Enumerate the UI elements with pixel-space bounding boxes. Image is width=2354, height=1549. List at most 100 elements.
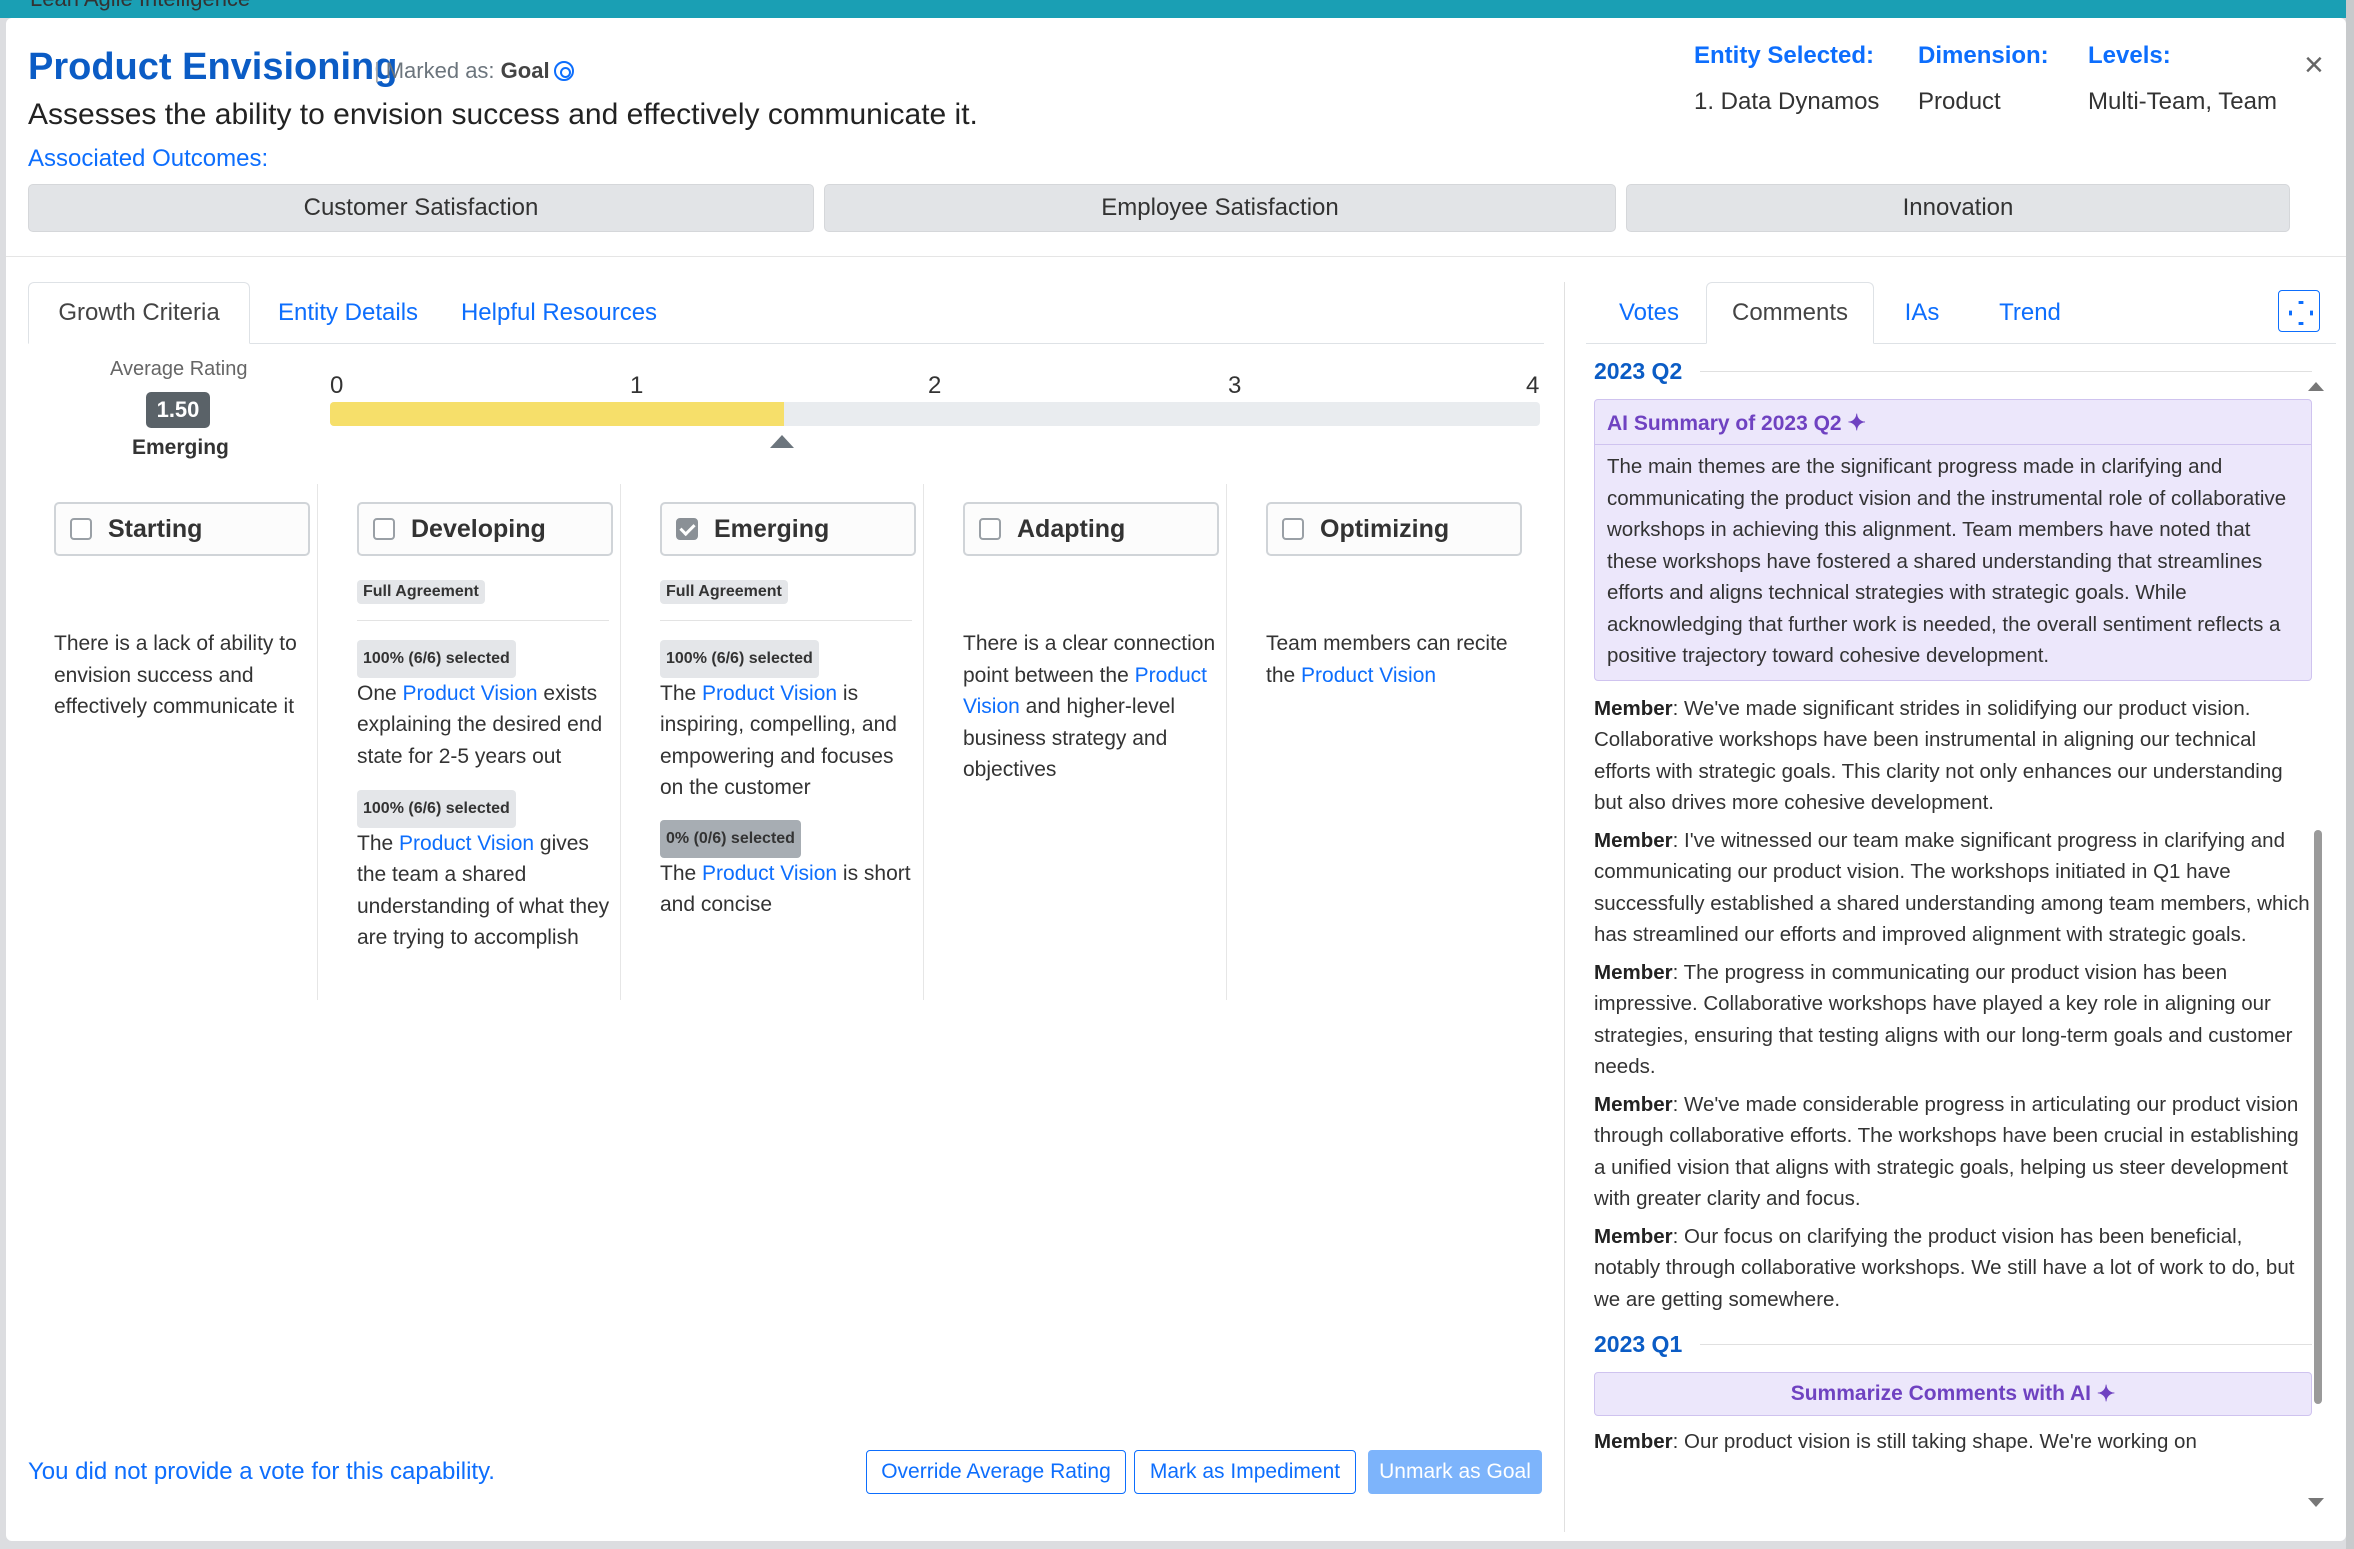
level-starting: Starting There is a lack of ability to e…: [28, 484, 318, 1000]
levels-label: Levels:: [2088, 42, 2171, 69]
product-vision-link[interactable]: Product Vision: [702, 682, 837, 705]
level-adapting: Adapting There is a clear connection poi…: [937, 484, 1227, 1000]
comment-text: : I've witnessed our team make significa…: [1594, 828, 2310, 947]
tab-comments[interactable]: Comments: [1706, 282, 1874, 344]
close-icon[interactable]: ×: [2304, 46, 2324, 85]
scroll-down-icon[interactable]: [2308, 1498, 2324, 1507]
comment-text: : Our focus on clarifying the product vi…: [1594, 1224, 2295, 1311]
vote-message: You did not provide a vote for this capa…: [28, 1458, 495, 1485]
outcome-employee-satisfaction[interactable]: Employee Satisfaction: [824, 184, 1616, 232]
modal-title: Product Envisioning: [28, 46, 398, 88]
criterion-text: There is a lack of ability to envision s…: [54, 632, 297, 718]
level-name: Emerging: [714, 514, 830, 543]
column-divider: [1564, 282, 1565, 1532]
comment: Member: I've witnessed our team make sig…: [1594, 825, 2312, 951]
quarter-heading: 2023 Q1: [1594, 1331, 2312, 1358]
level-header[interactable]: Adapting: [963, 502, 1219, 556]
level-name: Optimizing: [1320, 514, 1450, 543]
comments-panel: 2023 Q2 AI Summary of 2023 Q2 ✦ The main…: [1594, 358, 2312, 1518]
product-vision-link[interactable]: Product Vision: [702, 862, 837, 885]
level-name: Starting: [108, 514, 203, 543]
scale-tick: 2: [928, 372, 942, 399]
capability-modal: Product Envisioning | Marked as: Goal Ass…: [6, 18, 2346, 1541]
criterion: 100% (6/6) selected The Product Vision g…: [357, 790, 613, 954]
level-header[interactable]: Optimizing: [1266, 502, 1522, 556]
entity-value: 1. Data Dynamos: [1694, 88, 1880, 115]
tab-trend[interactable]: Trend: [1970, 282, 2090, 344]
checkbox[interactable]: [70, 518, 92, 540]
criterion: Team members can recite the Product Visi…: [1266, 628, 1522, 691]
level-name: Developing: [411, 514, 546, 543]
comment-author: Member: [1594, 960, 1673, 984]
left-tabs: Growth Criteria Entity Details Helpful R…: [28, 282, 1544, 344]
comment-text: : We've made considerable progress in ar…: [1594, 1092, 2299, 1211]
checkbox[interactable]: [1282, 518, 1304, 540]
associated-outcomes-label: Associated Outcomes:: [28, 145, 269, 172]
comment-author: Member: [1594, 828, 1673, 852]
dimension-label: Dimension:: [1918, 42, 2049, 69]
level-header[interactable]: Emerging: [660, 502, 916, 556]
dimension-value: Product: [1918, 88, 2001, 115]
checkbox[interactable]: [373, 518, 395, 540]
comment-text: : Our product vision is still taking sha…: [1672, 1430, 2197, 1453]
tab-helpful-resources[interactable]: Helpful Resources: [448, 282, 670, 344]
sparkle-icon: ✦: [1847, 410, 1866, 435]
criterion-text: The: [660, 681, 703, 705]
criterion: 100% (6/6) selected One Product Vision e…: [357, 640, 613, 772]
ai-summary-title: AI Summary of 2023 Q2 ✦: [1595, 400, 2311, 445]
comment-author: Member: [1594, 696, 1673, 720]
average-rating-badge: 1.50: [146, 392, 210, 428]
tab-votes[interactable]: Votes: [1586, 282, 1712, 344]
selection-badge: 100% (6/6) selected: [357, 790, 516, 828]
outcome-customer-satisfaction[interactable]: Customer Satisfaction: [28, 184, 814, 232]
tab-ias[interactable]: IAs: [1876, 282, 1968, 344]
scrollbar-thumb[interactable]: [2314, 830, 2322, 1404]
scale-tick: 1: [630, 372, 644, 399]
level-optimizing: Optimizing Team members can recite the P…: [1240, 484, 1530, 1000]
marked-as: | Marked as: Goal: [374, 58, 574, 84]
divider: [357, 620, 609, 621]
selection-badge: 0% (0/6) selected: [660, 820, 801, 858]
checkbox[interactable]: [979, 518, 1001, 540]
quarter-heading: 2023 Q2: [1594, 358, 2312, 385]
mark-impediment-button[interactable]: Mark as Impediment: [1134, 1450, 1356, 1494]
comment-author: Member: [1594, 1430, 1673, 1453]
header-divider: [6, 256, 2346, 257]
comment: Member: Our product vision is still taki…: [1594, 1426, 2312, 1458]
product-vision-link[interactable]: Product Vision: [399, 832, 534, 855]
agreement-badge: Full Agreement: [357, 580, 485, 604]
tab-growth-criteria[interactable]: Growth Criteria: [28, 282, 250, 344]
divider: [660, 620, 912, 621]
expand-icon[interactable]: [2278, 290, 2320, 332]
outcome-innovation[interactable]: Innovation: [1626, 184, 2290, 232]
summarize-ai-button[interactable]: Summarize Comments with AI ✦: [1594, 1372, 2312, 1416]
scale-tick: 0: [330, 372, 344, 399]
rating-marker-icon: [770, 435, 794, 448]
comments-scrollbar[interactable]: [2312, 382, 2326, 1512]
average-rating-label: Average Rating: [110, 358, 248, 380]
marked-as-value: Goal: [500, 58, 550, 83]
criterion: 100% (6/6) selected The Product Vision i…: [660, 640, 916, 804]
capability-description: Assesses the ability to envision success…: [28, 98, 978, 131]
tab-entity-details[interactable]: Entity Details: [260, 282, 436, 344]
criterion: 0% (0/6) selected The Product Vision is …: [660, 820, 916, 921]
checkbox-checked[interactable]: [676, 518, 698, 540]
criterion: There is a lack of ability to envision s…: [54, 628, 310, 723]
criterion-text: One: [357, 681, 403, 705]
product-vision-link[interactable]: Product Vision: [1301, 664, 1436, 687]
level-header[interactable]: Starting: [54, 502, 310, 556]
selection-badge: 100% (6/6) selected: [660, 640, 819, 678]
rating-bar: [330, 402, 1540, 426]
target-icon: [553, 61, 574, 81]
override-rating-button[interactable]: Override Average Rating: [866, 1450, 1126, 1494]
unmark-goal-button[interactable]: Unmark as Goal: [1368, 1450, 1542, 1494]
app-top-bar: [0, 0, 2354, 18]
selection-badge: 100% (6/6) selected: [357, 640, 516, 678]
marked-as-label: Marked as:: [385, 58, 495, 83]
level-header[interactable]: Developing: [357, 502, 613, 556]
criterion: There is a clear connection point betwee…: [963, 628, 1219, 786]
product-vision-link[interactable]: Product Vision: [403, 682, 538, 705]
ai-summary-title-text: AI Summary of 2023 Q2: [1607, 412, 1842, 435]
level-emerging: Emerging Full Agreement 100% (6/6) selec…: [634, 484, 924, 1000]
level-name: Adapting: [1017, 514, 1126, 543]
